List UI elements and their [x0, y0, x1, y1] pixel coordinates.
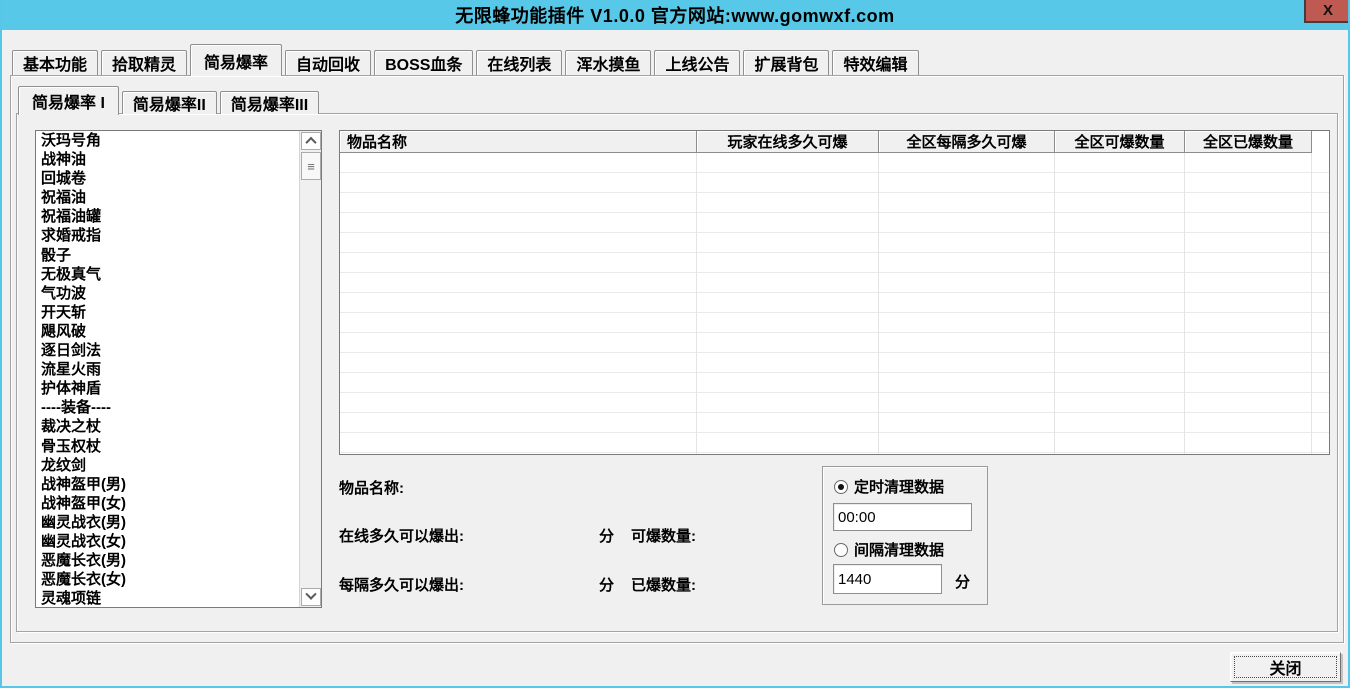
main-tab[interactable]: 简易爆率	[190, 44, 282, 76]
main-tab[interactable]: 基本功能	[12, 50, 98, 75]
sub-tab-label: 简易爆率II	[133, 91, 206, 115]
sub-tab-label: 简易爆率III	[231, 91, 308, 115]
dropped-label: 已爆数量:	[631, 574, 696, 595]
list-item[interactable]: 流星火雨	[37, 360, 298, 379]
window-title: 无限蜂功能插件 V1.0.0 官方网站:www.gomwxf.com	[455, 2, 894, 28]
list-item[interactable]: 骰子	[37, 246, 298, 265]
grid-column-divider	[1184, 153, 1185, 454]
column-header[interactable]: 全区每隔多久可爆	[879, 131, 1055, 153]
list-item[interactable]: 恶魔长衣(男)	[37, 551, 298, 570]
column-header[interactable]: 全区可爆数量	[1055, 131, 1185, 153]
list-item[interactable]: 沃玛号角	[37, 131, 298, 150]
list-item[interactable]: 龙纹剑	[37, 456, 298, 475]
grid-column-divider	[696, 153, 697, 454]
list-item[interactable]: 骨玉权杖	[37, 437, 298, 456]
main-tab[interactable]: 拾取精灵	[101, 50, 187, 75]
sub-tab[interactable]: 简易爆率II	[122, 91, 217, 114]
close-window-button[interactable]: X	[1304, 0, 1350, 23]
online-time-label: 在线多久可以爆出:	[339, 525, 464, 546]
list-scrollbar[interactable]: ≡	[299, 131, 321, 607]
main-tab-strip: 基本功能 拾取精灵 简易爆率 自动回收 BOSS血条 在线列表 浑水摸鱼 上线公…	[12, 44, 922, 75]
title-bar: 无限蜂功能插件 V1.0.0 官方网站:www.gomwxf.com	[0, 0, 1350, 30]
timed-cleanup-label: 定时清理数据	[854, 476, 944, 497]
radio-interval-cleanup[interactable]: 间隔清理数据	[834, 539, 944, 560]
chevron-down-icon	[305, 589, 316, 600]
list-item[interactable]: ----装备----	[37, 398, 298, 417]
scroll-thumb[interactable]: ≡	[301, 152, 321, 180]
list-item[interactable]: 无极真气	[37, 265, 298, 284]
main-tab-label: 在线列表	[487, 51, 551, 75]
main-tab[interactable]: 浑水摸鱼	[565, 50, 651, 75]
column-header[interactable]: 玩家在线多久可爆	[697, 131, 879, 153]
drop-table-header: 物品名称玩家在线多久可爆全区每隔多久可爆全区可爆数量全区已爆数量	[340, 131, 1329, 153]
list-item[interactable]: 裁决之杖	[37, 417, 298, 436]
list-item[interactable]: 求婚戒指	[37, 226, 298, 245]
cleanup-panel: 定时清理数据 间隔清理数据 分	[822, 466, 988, 605]
main-tab-label: 上线公告	[665, 51, 729, 75]
main-tab[interactable]: BOSS血条	[374, 50, 473, 75]
column-header[interactable]: 物品名称	[340, 131, 697, 153]
list-item[interactable]: 回城卷	[37, 169, 298, 188]
grip-icon: ≡	[307, 159, 315, 174]
grid-column-divider	[1311, 153, 1312, 454]
grid-column-divider	[878, 153, 879, 454]
list-item[interactable]: 幽灵战衣(女)	[37, 532, 298, 551]
sub-tab-label: 简易爆率 I	[32, 89, 105, 113]
close-dialog-button[interactable]: 关闭	[1230, 652, 1341, 682]
main-tab-label: 简易爆率	[204, 49, 268, 73]
minutes-unit-label: 分	[599, 574, 614, 595]
main-tab-label: 拾取精灵	[112, 51, 176, 75]
list-item[interactable]: 恶魔长衣(女)	[37, 570, 298, 589]
main-tab[interactable]: 扩展背包	[743, 50, 829, 75]
interval-time-label: 每隔多久可以爆出:	[339, 574, 464, 595]
list-item[interactable]: 逐日剑法	[37, 341, 298, 360]
list-item[interactable]: 气功波	[37, 284, 298, 303]
radio-timed-cleanup[interactable]: 定时清理数据	[834, 476, 944, 497]
plugin-window: 无限蜂功能插件 V1.0.0 官方网站:www.gomwxf.com X 基本功…	[0, 0, 1350, 688]
list-item[interactable]: 幽灵战衣(男)	[37, 513, 298, 532]
sub-tab[interactable]: 简易爆率 I	[18, 86, 119, 115]
radio-icon	[834, 480, 848, 494]
list-item[interactable]: 战神盔甲(女)	[37, 494, 298, 513]
main-tab[interactable]: 在线列表	[476, 50, 562, 75]
main-tab-label: 扩展背包	[754, 51, 818, 75]
close-icon: X	[1323, 2, 1333, 19]
list-item[interactable]: 祝福油	[37, 188, 298, 207]
drop-table-body[interactable]	[340, 153, 1329, 454]
chevron-up-icon	[305, 137, 316, 148]
minutes-unit-label: 分	[599, 525, 614, 546]
list-item[interactable]: 祝福油罐	[37, 207, 298, 226]
focus-rect	[1234, 656, 1337, 678]
interval-cleanup-label: 间隔清理数据	[854, 539, 944, 560]
radio-icon	[834, 543, 848, 557]
drop-table: 物品名称玩家在线多久可爆全区每隔多久可爆全区可爆数量全区已爆数量	[339, 130, 1330, 455]
scroll-up-button[interactable]	[301, 132, 321, 150]
sub-tab-strip: 简易爆率 I 简易爆率II 简易爆率III	[18, 86, 322, 114]
list-item[interactable]: 灵魂项链	[37, 589, 298, 607]
list-item[interactable]: 飓风破	[37, 322, 298, 341]
item-listbox: 沃玛号角战神油回城卷祝福油祝福油罐求婚戒指骰子无极真气气功波开天斩飓风破逐日剑法…	[35, 130, 322, 608]
sub-tab[interactable]: 简易爆率III	[220, 91, 319, 114]
main-tab-label: 基本功能	[23, 51, 87, 75]
main-tab-label: 自动回收	[296, 51, 360, 75]
list-item[interactable]: 战神盔甲(男)	[37, 475, 298, 494]
main-tab[interactable]: 上线公告	[654, 50, 740, 75]
main-tab-label: 浑水摸鱼	[576, 51, 640, 75]
list-item[interactable]: 开天斩	[37, 303, 298, 322]
scroll-down-button[interactable]	[301, 588, 321, 606]
item-name-label: 物品名称:	[339, 477, 404, 498]
interval-unit-label: 分	[955, 571, 970, 592]
list-item[interactable]: 护体神盾	[37, 379, 298, 398]
main-tab-label: 特效编辑	[843, 51, 907, 75]
can-drop-label: 可爆数量:	[631, 525, 696, 546]
main-tab-label: BOSS血条	[385, 51, 462, 75]
item-list: 沃玛号角战神油回城卷祝福油祝福油罐求婚戒指骰子无极真气气功波开天斩飓风破逐日剑法…	[37, 131, 298, 607]
interval-cleanup-minutes-input[interactable]	[833, 564, 942, 594]
grid-column-divider	[1054, 153, 1055, 454]
list-item[interactable]: 战神油	[37, 150, 298, 169]
timed-cleanup-time-input[interactable]	[833, 503, 972, 531]
column-header[interactable]: 全区已爆数量	[1185, 131, 1312, 153]
main-tab[interactable]: 自动回收	[285, 50, 371, 75]
main-tab[interactable]: 特效编辑	[832, 50, 918, 75]
